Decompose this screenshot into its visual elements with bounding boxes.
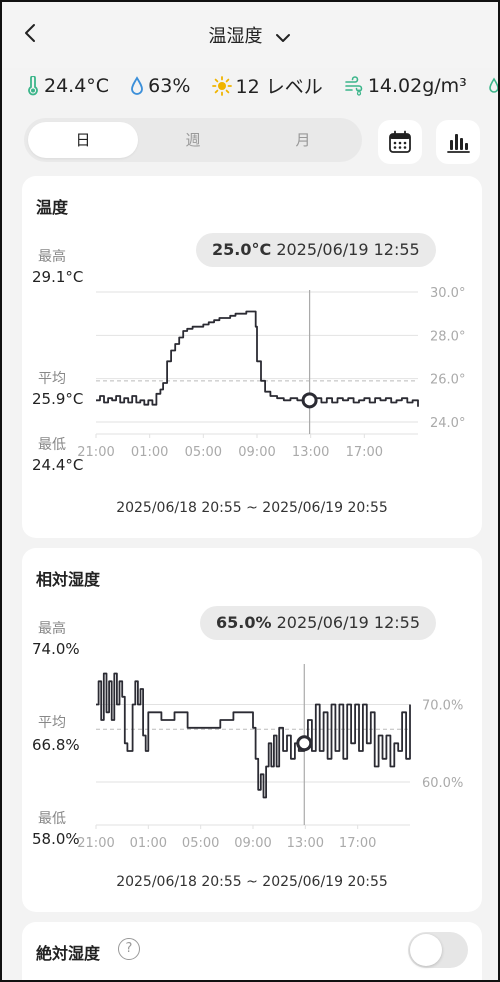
app-frame: 温湿度 24.4°C 63% 12 レベル 14.02g/m³ 日 週 月 温度… xyxy=(0,0,500,982)
absolute-humidity-row: 絶対湿度 ? xyxy=(22,922,482,980)
metrics-bar: 24.4°C 63% 12 レベル 14.02g/m³ xyxy=(26,72,498,100)
metric-temperature: 24.4°C xyxy=(26,75,109,97)
tab-week[interactable]: 週 xyxy=(138,122,248,158)
humidity-cursor-point xyxy=(296,735,313,752)
temperature-x-tick: 09:00 xyxy=(238,445,275,460)
toggle-knob xyxy=(410,934,442,966)
temperature-x-tick: 01:00 xyxy=(131,445,168,460)
metric-dew-point: 16 xyxy=(488,75,498,97)
tab-day[interactable]: 日 xyxy=(28,122,138,158)
bar-chart-icon xyxy=(447,134,470,153)
metric-light: 12 レベル xyxy=(211,72,323,99)
temperature-y-tick: 30.0° xyxy=(430,286,465,301)
thermometer-icon xyxy=(28,75,38,95)
temperature-y-tick: 24.0° xyxy=(430,416,465,431)
title-dropdown[interactable]: 温湿度 xyxy=(2,22,498,48)
temperature-cursor-point xyxy=(301,392,318,409)
temperature-chart[interactable]: 30.0° 28.0° 26.0° 24.0° 21:00 01:00 05:00 09:00… xyxy=(22,176,482,496)
metric-light-value: 12 レベル xyxy=(235,76,323,98)
humidity-series-line xyxy=(96,672,411,799)
temperature-y-tick: 26.0° xyxy=(430,373,465,388)
humidity-range: 2025/06/18 20:55 ~ 2025/06/19 20:55 xyxy=(116,874,388,890)
humidity-y-tick: 60.0% xyxy=(422,776,463,791)
temperature-range: 2025/06/18 20:55 ~ 2025/06/19 20:55 xyxy=(116,500,388,516)
temperature-x-tick: 13:00 xyxy=(292,445,329,460)
sun-icon xyxy=(211,75,232,96)
metric-absolute-humidity: 14.02g/m³ xyxy=(344,75,467,97)
temperature-x-tick: 21:00 xyxy=(77,445,114,460)
metric-temperature-value: 24.4°C xyxy=(44,74,110,97)
wind-icon xyxy=(345,75,363,96)
water-drop-icon xyxy=(131,75,144,95)
humidity-y-tick: 70.0% xyxy=(422,699,463,714)
period-tabs: 日 週 月 xyxy=(24,118,362,162)
bar-chart-button[interactable] xyxy=(436,120,480,164)
calendar-icon xyxy=(389,130,411,153)
temperature-y-tick: 28.0° xyxy=(430,329,465,344)
temperature-x-tick: 05:00 xyxy=(185,445,222,460)
humidity-x-tick: 01:00 xyxy=(130,836,167,851)
temperature-series-line xyxy=(96,310,419,407)
humidity-x-tick: 09:00 xyxy=(234,836,271,851)
calendar-button[interactable] xyxy=(378,120,422,164)
absolute-humidity-toggle[interactable] xyxy=(408,932,468,968)
metric-humidity-value: 63% xyxy=(148,74,191,97)
temperature-card: 温度 最高 29.1°C 平均 25.9°C 最低 24.4°C 25.0°C … xyxy=(22,176,482,538)
absolute-humidity-label: 絶対湿度 xyxy=(36,944,101,963)
humidity-x-tick: 17:00 xyxy=(339,836,376,851)
metric-humidity: 63% xyxy=(130,75,190,97)
humidity-x-tick: 13:00 xyxy=(287,836,324,851)
humidity-card: 相対湿度 最高 74.0% 平均 66.8% 最低 58.0% 65.0% 20… xyxy=(22,548,482,912)
help-icon[interactable]: ? xyxy=(118,938,140,960)
humidity-chart[interactable]: 70.0% 60.0% 21:00 01:00 05:00 09:00 13:00 17:00 xyxy=(22,548,482,878)
chevron-down-icon xyxy=(275,33,290,42)
temperature-x-tick: 17:00 xyxy=(346,445,383,460)
drops-icon xyxy=(489,76,498,93)
humidity-x-tick: 05:00 xyxy=(182,836,219,851)
page-title: 温湿度 xyxy=(208,26,263,47)
tab-month[interactable]: 月 xyxy=(248,122,358,158)
humidity-x-tick: 21:00 xyxy=(77,836,114,851)
top-bar: 温湿度 xyxy=(2,2,498,68)
metric-absolute-humidity-value: 14.02g/m³ xyxy=(367,74,467,97)
